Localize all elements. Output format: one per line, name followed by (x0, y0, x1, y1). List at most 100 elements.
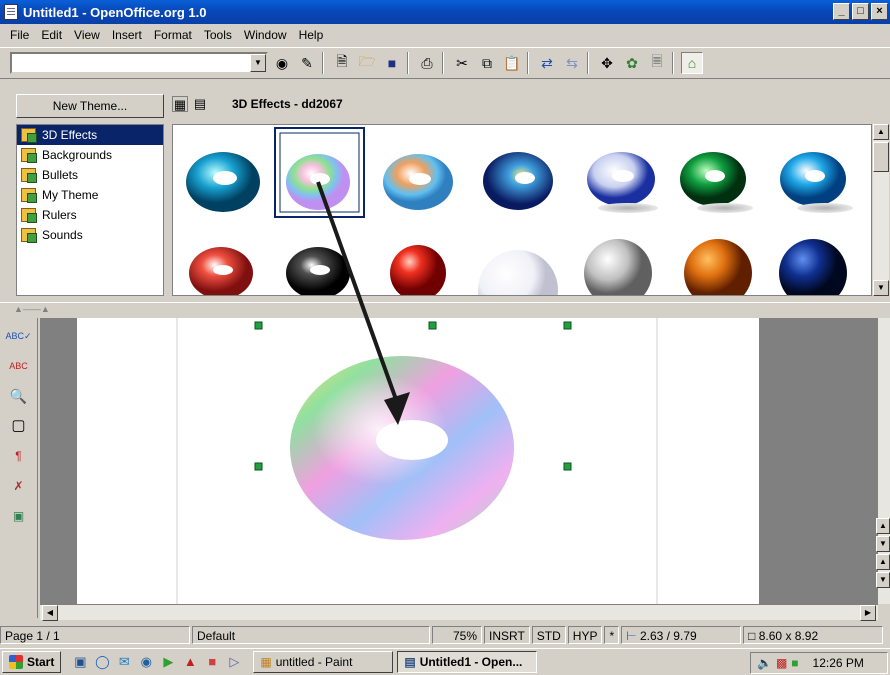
theme-item-backgrounds[interactable]: Backgrounds (17, 145, 163, 165)
splitter-handle-icon[interactable]: ▲——▲ (14, 304, 50, 314)
document-page[interactable] (77, 318, 759, 604)
menu-edit[interactable]: Edit (35, 28, 68, 42)
insert-mode[interactable]: INSRT (484, 626, 530, 644)
scroll-left-icon[interactable]: ◀ (42, 605, 58, 621)
copy-icon[interactable]: ⧉ (476, 52, 498, 74)
hyperlink-mode[interactable]: HYP (567, 626, 603, 644)
selection-mode[interactable]: STD (531, 626, 566, 644)
scroll-down-icon[interactable]: ▼ (876, 536, 890, 552)
gallery-item-sphere-red[interactable] (390, 245, 446, 296)
new-theme-button[interactable]: New Theme... (16, 94, 164, 118)
search-icon[interactable]: ◉ (137, 653, 155, 671)
toolbar-separator (672, 52, 674, 74)
internet-explorer-icon[interactable]: ◯ (93, 653, 111, 671)
gallery-active-icon[interactable]: ⌂ (681, 52, 703, 74)
undo-icon[interactable]: ⇄ (536, 52, 558, 74)
gallery-item-torus-white[interactable] (587, 152, 658, 213)
gallery-item-torus-rainbow[interactable] (274, 127, 365, 218)
scroll-up-icon[interactable]: ▲ (873, 124, 889, 140)
gallery-item-sphere-orange[interactable] (684, 239, 752, 296)
gallery-item-torus-red[interactable] (189, 247, 253, 296)
scroll-up-icon[interactable]: ▲ (876, 518, 890, 534)
data-sources-icon[interactable]: 🗏 (646, 52, 668, 74)
menu-tools[interactable]: Tools (198, 28, 238, 42)
gallery-item-torus-black[interactable] (286, 247, 350, 296)
menu-help[interactable]: Help (293, 28, 330, 42)
volume-icon[interactable]: 🔈 (757, 656, 772, 670)
gallery-splitter[interactable]: ▲——▲ (0, 302, 890, 314)
task-paint[interactable]: ▦ untitled - Paint (253, 651, 394, 673)
close-button[interactable]: × (871, 3, 888, 20)
theme-item-my-theme[interactable]: My Theme (17, 185, 163, 205)
menu-format[interactable]: Format (148, 28, 198, 42)
minimize-button[interactable]: _ (833, 3, 850, 20)
url-combo[interactable]: ▼ (10, 52, 268, 74)
gallery-item-sphere-white[interactable] (478, 250, 558, 296)
gallery-item-torus-green[interactable] (680, 152, 753, 213)
paste-icon[interactable]: 📋 (501, 52, 523, 74)
page-next-icon[interactable]: ▼ (876, 572, 890, 588)
cut-icon[interactable]: ✂ (451, 52, 473, 74)
spellcheck-icon[interactable]: ABC✓ (6, 324, 32, 348)
new-icon[interactable]: 🗎 (331, 52, 353, 74)
menu-insert[interactable]: Insert (106, 28, 148, 42)
theme-icon (21, 208, 37, 223)
redo-icon[interactable]: ⇆ (561, 52, 583, 74)
save-icon[interactable]: ■ (381, 52, 403, 74)
find-replace-icon[interactable]: 🔍 (6, 384, 32, 408)
selected-torus-object[interactable] (290, 356, 514, 540)
document-vscrollbar[interactable]: ▲ ▼ ▲ ▼ (876, 318, 890, 604)
theme-item-rulers[interactable]: Rulers (17, 205, 163, 225)
print-icon[interactable]: ⎙ (416, 52, 438, 74)
outlook-icon[interactable]: ✉ (115, 653, 133, 671)
task-openoffice[interactable]: ▤ Untitled1 - Open... (397, 651, 538, 673)
gallery-item-torus-cyan[interactable] (780, 152, 853, 213)
nonprinting-chars-icon[interactable]: ¶ (6, 444, 32, 468)
scroll-right-icon[interactable]: ▶ (860, 605, 876, 621)
scroll-down-icon[interactable]: ▼ (873, 280, 889, 296)
title-bar: Untitled1 - OpenOffice.org 1.0 _ □ × (0, 0, 890, 24)
document-hscrollbar[interactable]: ◀ ▶ (40, 604, 878, 621)
open-icon[interactable]: 🗁 (356, 52, 378, 74)
edit-file-icon[interactable]: ✎ (296, 52, 318, 74)
menu-file[interactable]: File (4, 28, 35, 42)
auto-spellcheck-icon[interactable]: ABC (6, 354, 32, 378)
gallery-item-torus-blue[interactable] (186, 152, 260, 212)
icon-view-icon[interactable]: ▦ (172, 96, 188, 112)
gallery-toggle-icon[interactable]: ▢ (6, 414, 32, 438)
gallery-scrollbar[interactable]: ▲ ▼ (873, 124, 889, 296)
gallery-item-sphere-blue[interactable] (779, 239, 847, 296)
zoom-level[interactable]: 75% (432, 626, 482, 644)
theme-icon (21, 168, 37, 183)
start-button[interactable]: Start (2, 651, 62, 673)
maximize-button[interactable]: □ (852, 3, 869, 20)
start-label: Start (27, 655, 55, 669)
navigator-star-icon[interactable]: ✥ (596, 52, 618, 74)
scroll-thumb[interactable] (873, 142, 889, 172)
network-icon[interactable]: ▩ (776, 656, 787, 670)
media-player-icon[interactable]: ▶ (159, 653, 177, 671)
size-readout: □ 8.60 x 8.92 (743, 626, 884, 644)
paint-icon[interactable]: ■ (203, 653, 221, 671)
navigator-icon[interactable]: ◉ (271, 52, 293, 74)
desktop-icon[interactable]: ▣ (71, 653, 89, 671)
gallery-icon[interactable]: ✿ (621, 52, 643, 74)
page-style[interactable]: Default (192, 626, 430, 644)
acrobat-icon[interactable]: ▲ (181, 653, 199, 671)
menu-window[interactable]: Window (238, 28, 293, 42)
misc-app-icon[interactable]: ▷ (225, 653, 243, 671)
gallery-item-torus-pastel[interactable] (383, 154, 453, 210)
gallery-item-torus-navy[interactable] (483, 152, 553, 210)
theme-item-3d-effects[interactable]: 3D Effects (17, 125, 163, 145)
tray-app-icon[interactable]: ■ (791, 656, 798, 670)
menu-view[interactable]: View (68, 28, 106, 42)
page-prev-icon[interactable]: ▲ (876, 554, 890, 570)
chevron-down-icon[interactable]: ▼ (250, 54, 266, 72)
gallery-item-sphere-marble[interactable] (584, 239, 652, 296)
web-layout-icon[interactable]: ▣ (6, 504, 32, 528)
theme-item-sounds[interactable]: Sounds (17, 225, 163, 245)
theme-item-bullets[interactable]: Bullets (17, 165, 163, 185)
clock: 12:26 PM (812, 656, 864, 670)
detail-view-icon[interactable]: ▤ (192, 96, 208, 112)
delete-icon[interactable]: ✗ (6, 474, 32, 498)
